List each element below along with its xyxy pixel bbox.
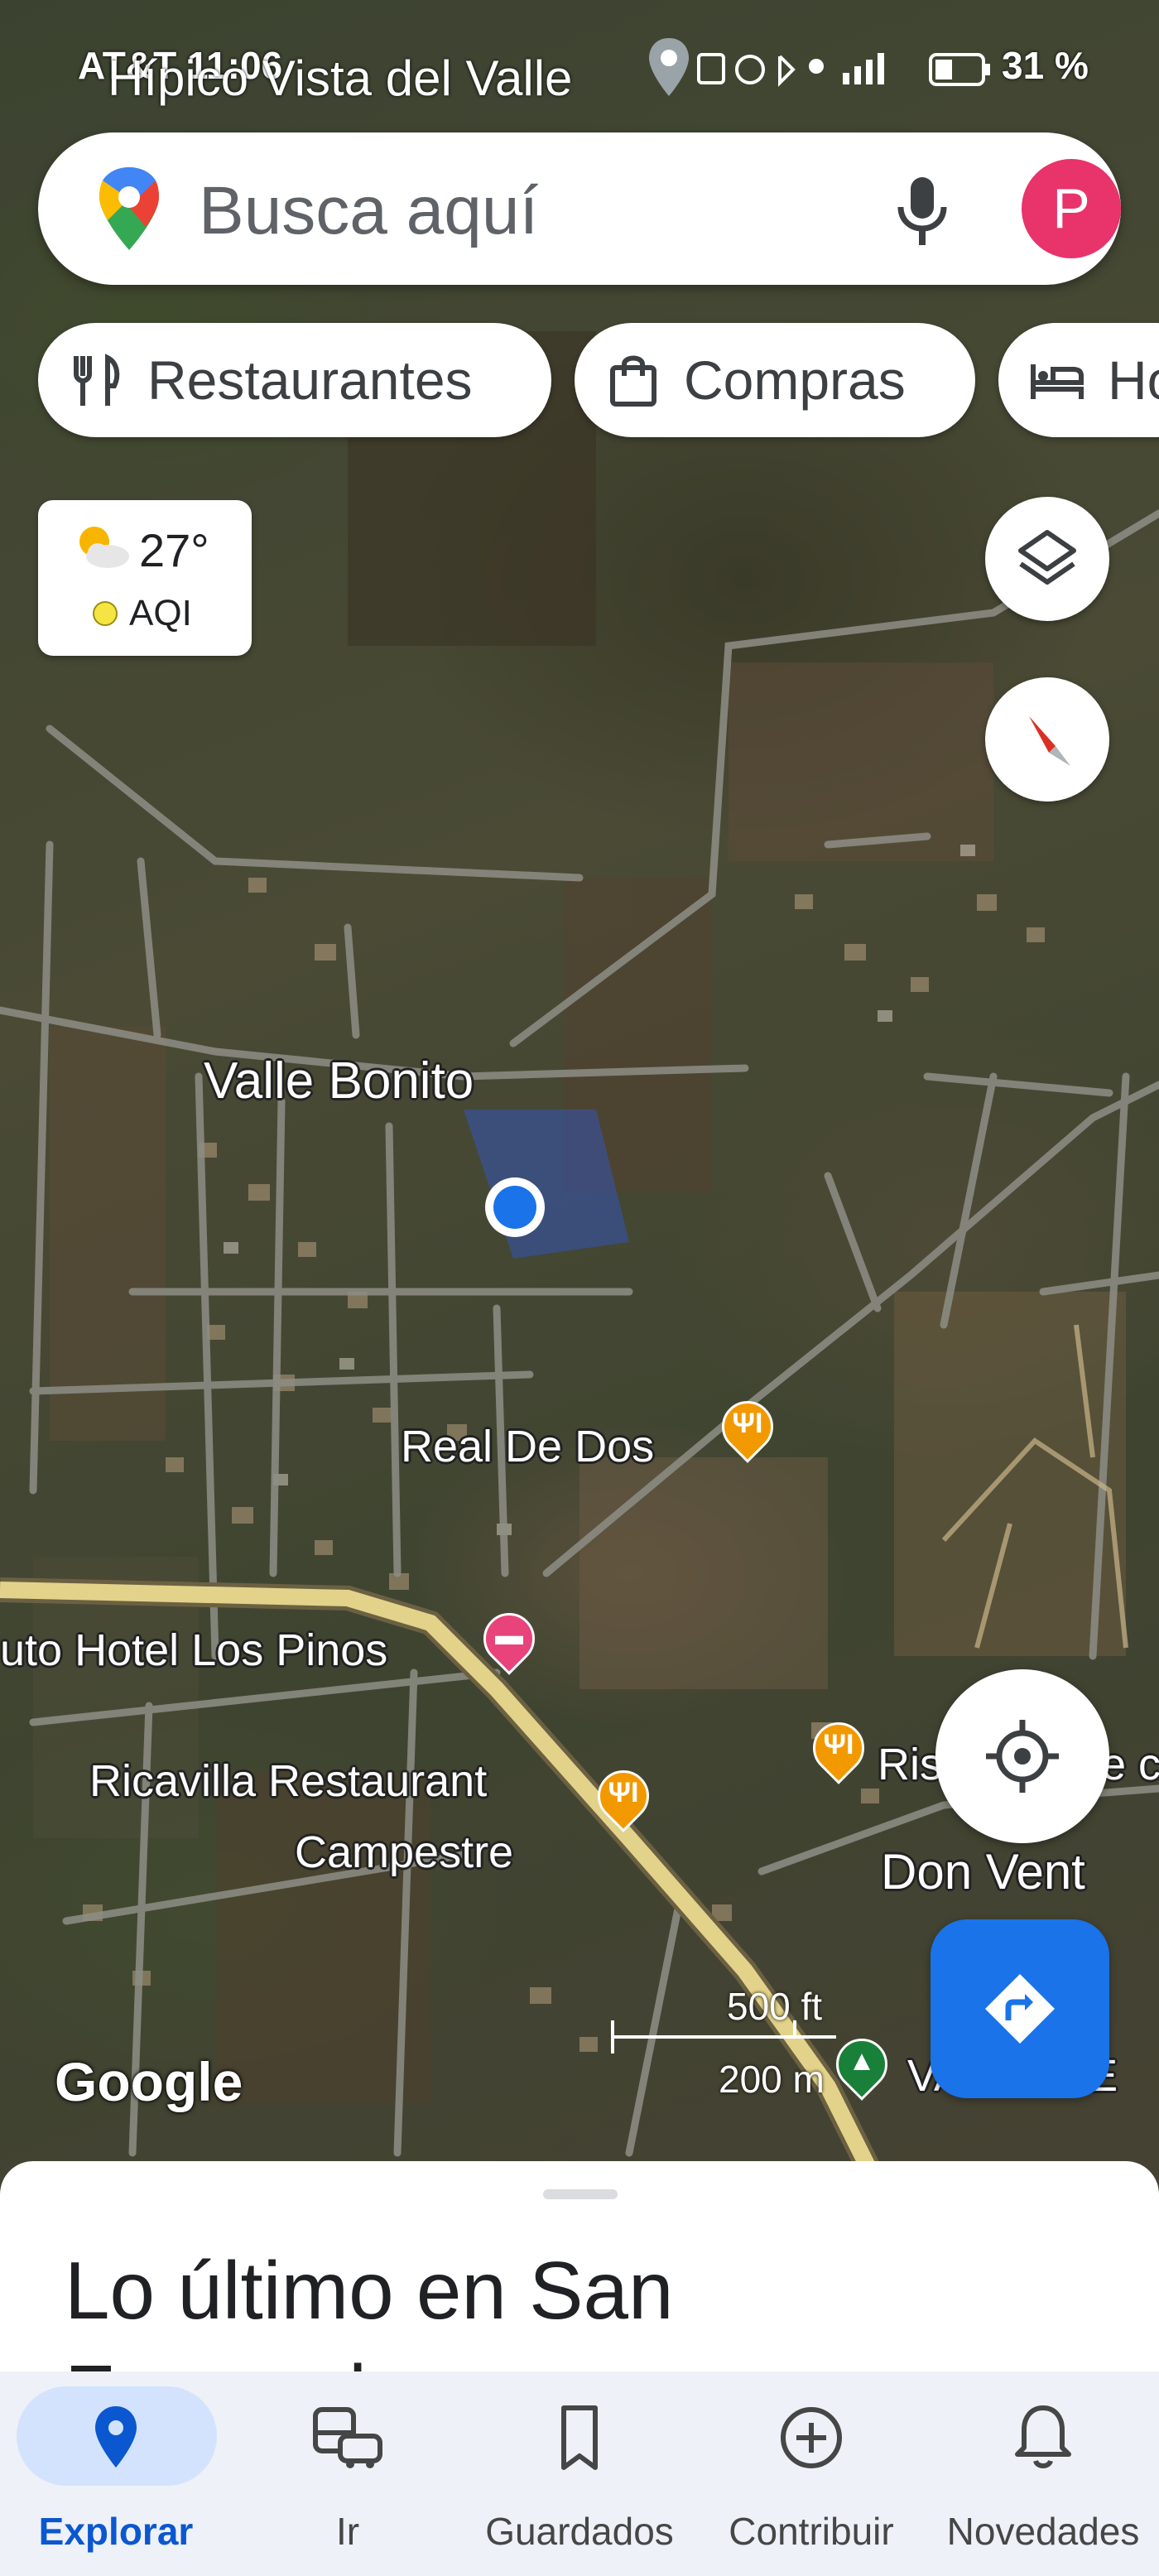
aqi-label: AQI (129, 593, 192, 633)
chip-compras[interactable]: Compras (575, 323, 975, 437)
chip-label: Restaurantes (147, 349, 473, 411)
directions-button[interactable] (931, 1919, 1109, 2098)
scale-metric: 200 m (719, 2058, 825, 2101)
hotel-pin-los-pinos[interactable]: ▬ (473, 1602, 546, 1683)
compass-button[interactable] (985, 677, 1109, 802)
fork-knife-icon: ΨΙ (608, 1777, 639, 1808)
nav-novedades[interactable]: Novedades (927, 2371, 1159, 2576)
nav-label: Ir (335, 2510, 360, 2553)
aqi-status-dot (93, 601, 118, 626)
fork-knife-icon (74, 354, 120, 406)
chip-hoteles[interactable]: Ho (998, 323, 1159, 437)
my-location-button[interactable] (935, 1669, 1109, 1843)
map-label-campestre[interactable]: Campestre (295, 1827, 513, 1878)
chip-label: Ho (1108, 349, 1159, 411)
battery-percent: 31 % (1002, 44, 1089, 87)
partly-cloudy-icon (79, 527, 129, 568)
bed-icon (1031, 364, 1084, 399)
scale-bar: 500 ft 200 m (611, 1977, 859, 2110)
overlay-place-label: Hípico Vista del Valle (108, 51, 573, 106)
search-bar[interactable]: Busca aquí P (38, 132, 1121, 285)
map-label-real-de-dos[interactable]: Real De Dos (401, 1421, 654, 1472)
nav-ir[interactable]: Ir (232, 2371, 464, 2576)
my-location-icon (986, 1720, 1059, 1793)
scale-imperial: 500 ft (727, 1985, 823, 2028)
nav-contribuir[interactable]: Contribuir (695, 2371, 927, 2576)
nav-guardados[interactable]: Guardados (464, 2371, 695, 2576)
map-label-valle-bonito[interactable]: Valle Bonito (204, 1052, 474, 1110)
weather-card[interactable]: 27° AQI (38, 500, 252, 656)
layers-button[interactable] (985, 497, 1109, 621)
microphone-icon[interactable] (889, 174, 955, 248)
map-label-ris[interactable]: Ris (878, 1739, 942, 1790)
search-input[interactable]: Busca aquí (199, 172, 538, 250)
nav-explorar[interactable]: Explorar (0, 2371, 232, 2576)
restaurant-pin-ris[interactable]: ΨΙ (802, 1712, 875, 1792)
bottom-navigation: Explorar Ir Guardados Contribuir Novedad… (0, 2371, 1159, 2576)
nav-label: Guardados (485, 2510, 674, 2553)
map-label-don-vent[interactable]: Don Vent (881, 1843, 1085, 1900)
explore-pin-icon (95, 2406, 137, 2468)
shopping-bag-icon (610, 355, 656, 407)
weather-temperature: 27° (139, 524, 209, 576)
google-logo: Google (55, 2051, 243, 2112)
chip-label: Compras (684, 349, 906, 411)
bed-icon: ▬ (495, 1620, 523, 1651)
location-pin-icon (646, 36, 692, 98)
commute-icon (313, 2407, 382, 2468)
sheet-title: Lo último en San (65, 2245, 674, 2336)
bell-icon (1015, 2405, 1071, 2468)
battery-icon (929, 53, 992, 86)
sheet-drag-handle[interactable] (543, 2189, 618, 2199)
map-label-ricavilla[interactable]: Ricavilla Restaurant (89, 1755, 487, 1807)
avatar[interactable]: P (1022, 159, 1121, 258)
nav-label: Novedades (946, 2510, 1140, 2553)
google-maps-logo-icon (96, 166, 162, 252)
explore-bottom-sheet[interactable]: Lo último en San Fernando (0, 2161, 1159, 2381)
directions-icon (985, 1974, 1055, 2044)
chip-restaurantes[interactable]: Restaurantes (38, 323, 551, 437)
add-circle-icon (781, 2407, 842, 2468)
fork-knife-icon: ΨΙ (732, 1408, 763, 1439)
layers-icon (1018, 530, 1076, 585)
bookmark-icon (561, 2405, 598, 2470)
map-label-hotel-los-pinos[interactable]: uto Hotel Los Pinos (0, 1625, 387, 1676)
nav-label: Explorar (38, 2510, 194, 2553)
restaurant-pin-real-de-dos[interactable]: ΨΙ (711, 1390, 784, 1471)
compass-icon (1029, 716, 1070, 766)
map-label-ris-tail: e c (1101, 1740, 1159, 1789)
restaurant-pin-ricavilla[interactable]: ΨΙ (587, 1760, 660, 1840)
fork-knife-icon: ΨΙ (823, 1729, 854, 1760)
status-icons (697, 51, 896, 88)
nav-label: Contribuir (729, 2510, 894, 2553)
